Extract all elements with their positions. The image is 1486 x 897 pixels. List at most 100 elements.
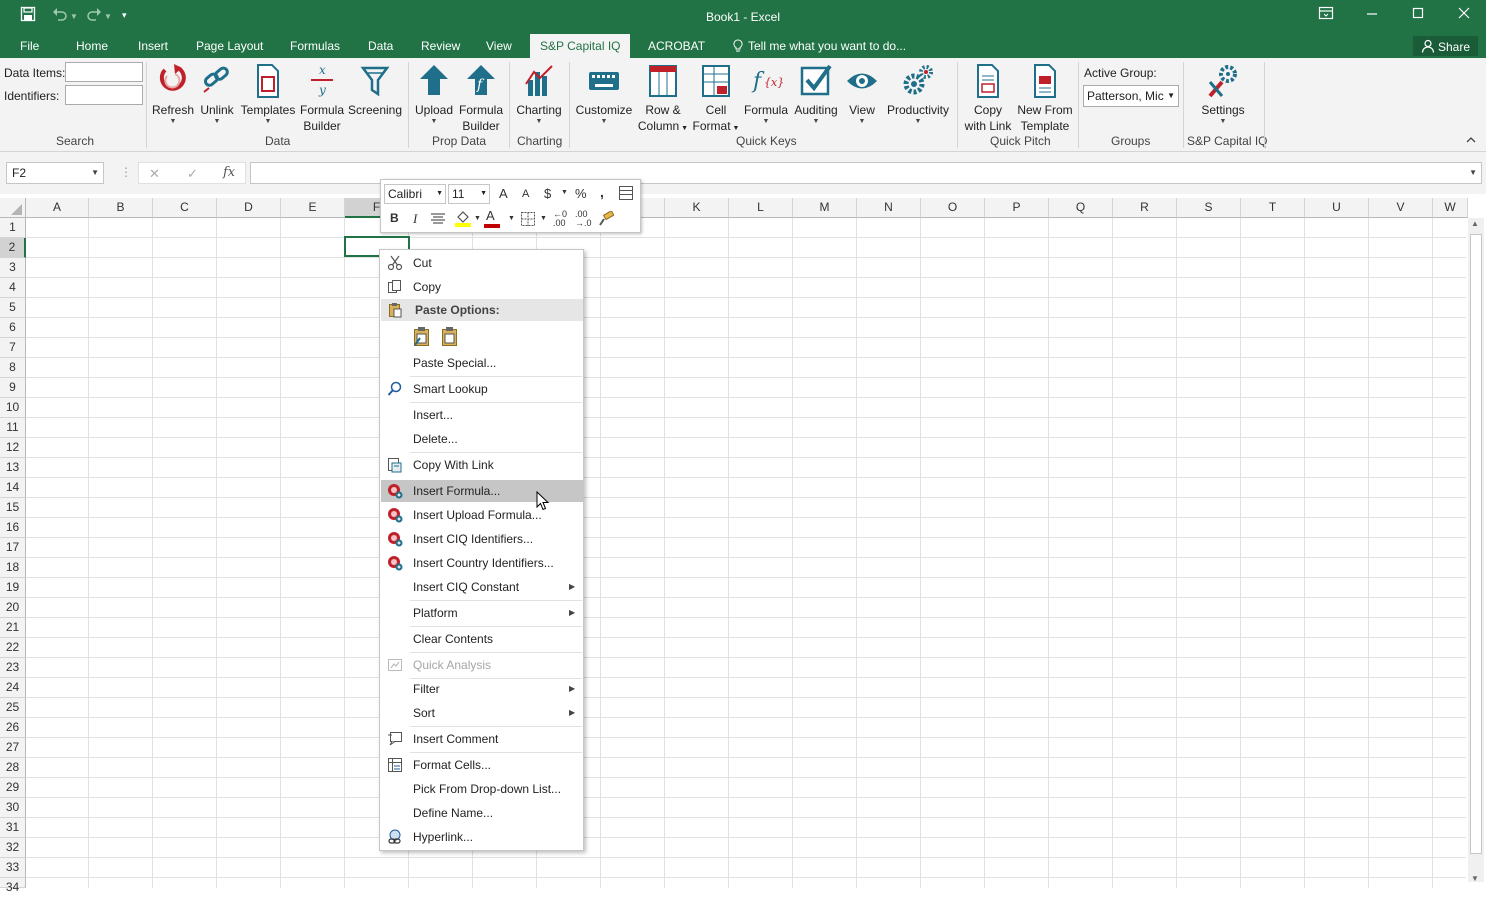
row-header-20[interactable]: 20 bbox=[0, 598, 26, 618]
row-header-32[interactable]: 32 bbox=[0, 838, 26, 858]
row-header-15[interactable]: 15 bbox=[0, 498, 26, 518]
expand-formula-bar-icon[interactable]: ▼ bbox=[1469, 168, 1477, 177]
tab-formulas[interactable]: Formulas bbox=[290, 39, 340, 53]
column-header-c[interactable]: C bbox=[153, 198, 217, 218]
column-header-u[interactable]: U bbox=[1305, 198, 1369, 218]
tab-review[interactable]: Review bbox=[421, 39, 460, 53]
row-header-13[interactable]: 13 bbox=[0, 458, 26, 478]
increase-font-size-icon[interactable]: A bbox=[499, 186, 508, 201]
templates-button[interactable]: Templates ▼ bbox=[239, 62, 297, 126]
view-button[interactable]: View ▼ bbox=[842, 62, 882, 126]
menu-item-format-cells[interactable]: Format Cells... bbox=[381, 754, 583, 776]
row-header-22[interactable]: 22 bbox=[0, 638, 26, 658]
paste-option-paste-icon[interactable] bbox=[440, 326, 460, 348]
tab-file[interactable]: File bbox=[20, 39, 39, 53]
menu-item-copy[interactable]: Copy bbox=[381, 276, 583, 298]
charting-button[interactable]: Charting ▼ bbox=[513, 62, 565, 126]
menu-item-platform[interactable]: Platform ▶ bbox=[381, 602, 583, 624]
close-icon[interactable] bbox=[1456, 5, 1472, 26]
worksheet-grid[interactable]: ABCDEFGHIJKLMNOPQRSTUVW 1234567891011121… bbox=[0, 194, 1486, 894]
font-name-select[interactable]: Calibri ▼ bbox=[384, 184, 446, 204]
column-header-a[interactable]: A bbox=[26, 198, 89, 218]
tab-view[interactable]: View bbox=[486, 39, 512, 53]
row-header-7[interactable]: 7 bbox=[0, 338, 26, 358]
menu-item-insert-upload-formula[interactable]: Insert Upload Formula... bbox=[381, 504, 583, 526]
menu-item-define-name[interactable]: Define Name... bbox=[381, 802, 583, 824]
prop-formula-builder-button[interactable]: f Formula Builder bbox=[457, 62, 505, 134]
row-header-27[interactable]: 27 bbox=[0, 738, 26, 758]
row-header-6[interactable]: 6 bbox=[0, 318, 26, 338]
increase-decimal-icon[interactable]: ←0 .00 bbox=[553, 210, 567, 228]
row-header-11[interactable]: 11 bbox=[0, 418, 26, 438]
vertical-scrollbar-thumb[interactable] bbox=[1470, 234, 1482, 854]
screening-button[interactable]: Screening bbox=[347, 62, 403, 118]
menu-item-clear-contents[interactable]: Clear Contents bbox=[381, 628, 583, 650]
row-header-8[interactable]: 8 bbox=[0, 358, 26, 378]
row-header-9[interactable]: 9 bbox=[0, 378, 26, 398]
menu-item-insert-ciq-identifiers[interactable]: Insert CIQ Identifiers... bbox=[381, 528, 583, 550]
menu-item-insert-ciq-constant[interactable]: Insert CIQ Constant ▶ bbox=[381, 576, 583, 598]
row-header-21[interactable]: 21 bbox=[0, 618, 26, 638]
row-header-5[interactable]: 5 bbox=[0, 298, 26, 318]
menu-item-paste-special[interactable]: Paste Special... bbox=[381, 352, 583, 374]
tab-sp-capital-iq[interactable]: S&P Capital IQ bbox=[530, 34, 631, 58]
refresh-button[interactable]: Refresh ▼ bbox=[150, 62, 196, 126]
select-all-corner[interactable] bbox=[0, 198, 26, 218]
font-size-select[interactable]: 11 ▼ bbox=[448, 184, 490, 204]
row-header-3[interactable]: 3 bbox=[0, 258, 26, 278]
bold-icon[interactable]: B bbox=[390, 211, 399, 225]
menu-item-delete[interactable]: Delete... bbox=[381, 428, 583, 450]
data-items-input[interactable] bbox=[65, 62, 143, 82]
row-header-33[interactable]: 33 bbox=[0, 858, 26, 878]
upload-button[interactable]: Upload ▼ bbox=[412, 62, 456, 126]
copy-with-link-button[interactable]: Copy with Link bbox=[961, 62, 1015, 134]
decrease-decimal-icon[interactable]: .00 →.0 bbox=[575, 210, 592, 228]
column-header-d[interactable]: D bbox=[217, 198, 281, 218]
row-header-18[interactable]: 18 bbox=[0, 558, 26, 578]
formula-builder-button[interactable]: xy Formula Builder bbox=[298, 62, 346, 134]
column-header-v[interactable]: V bbox=[1369, 198, 1433, 218]
row-header-12[interactable]: 12 bbox=[0, 438, 26, 458]
menu-item-insert[interactable]: Insert... bbox=[381, 404, 583, 426]
auditing-button[interactable]: Auditing ▼ bbox=[791, 62, 841, 126]
row-header-28[interactable]: 28 bbox=[0, 758, 26, 778]
productivity-button[interactable]: Productivity ▼ bbox=[883, 62, 953, 126]
column-header-l[interactable]: L bbox=[729, 198, 793, 218]
column-header-k[interactable]: K bbox=[665, 198, 729, 218]
row-header-17[interactable]: 17 bbox=[0, 538, 26, 558]
tab-data[interactable]: Data bbox=[368, 39, 393, 53]
new-from-template-button[interactable]: New From Template bbox=[1016, 62, 1074, 134]
row-header-24[interactable]: 24 bbox=[0, 678, 26, 698]
tab-page-layout[interactable]: Page Layout bbox=[196, 39, 263, 53]
menu-item-insert-comment[interactable]: Insert Comment bbox=[381, 728, 583, 750]
format-painter-icon[interactable] bbox=[598, 210, 615, 230]
column-header-m[interactable]: M bbox=[793, 198, 857, 218]
row-header-25[interactable]: 25 bbox=[0, 698, 26, 718]
enter-icon[interactable]: ✓ bbox=[187, 166, 198, 182]
column-header-e[interactable]: E bbox=[281, 198, 345, 218]
maximize-icon[interactable] bbox=[1410, 5, 1426, 26]
active-group-select[interactable]: Patterson, Mic ▼ bbox=[1083, 85, 1179, 107]
share-button[interactable]: Share bbox=[1412, 36, 1478, 56]
fill-color-icon[interactable] bbox=[454, 209, 472, 230]
row-header-19[interactable]: 19 bbox=[0, 578, 26, 598]
column-header-w[interactable]: W bbox=[1433, 198, 1468, 218]
cancel-icon[interactable]: ✕ bbox=[149, 166, 160, 182]
row-column-button[interactable]: Row & Column ▼ bbox=[636, 62, 690, 137]
comma-style-icon[interactable]: , bbox=[600, 184, 604, 200]
column-header-p[interactable]: P bbox=[985, 198, 1049, 218]
menu-item-insert-formula[interactable]: Insert Formula... bbox=[381, 480, 583, 502]
column-header-t[interactable]: T bbox=[1241, 198, 1305, 218]
paste-option-keep-formatting-icon[interactable] bbox=[412, 326, 432, 348]
collapse-ribbon-icon[interactable] bbox=[1466, 136, 1476, 147]
identifiers-input[interactable] bbox=[65, 85, 143, 105]
row-header-2[interactable]: 2 bbox=[0, 238, 26, 258]
menu-item-hyperlink[interactable]: Hyperlink... bbox=[381, 826, 583, 848]
menu-item-filter[interactable]: Filter ▶ bbox=[381, 678, 583, 700]
format-table-icon[interactable] bbox=[618, 185, 634, 204]
tab-acrobat[interactable]: ACROBAT bbox=[648, 39, 705, 53]
row-header-34[interactable]: 34 bbox=[0, 878, 26, 894]
name-box[interactable]: F2 ▼ bbox=[6, 162, 104, 184]
settings-button[interactable]: Settings ▼ bbox=[1195, 62, 1251, 126]
row-header-30[interactable]: 30 bbox=[0, 798, 26, 818]
